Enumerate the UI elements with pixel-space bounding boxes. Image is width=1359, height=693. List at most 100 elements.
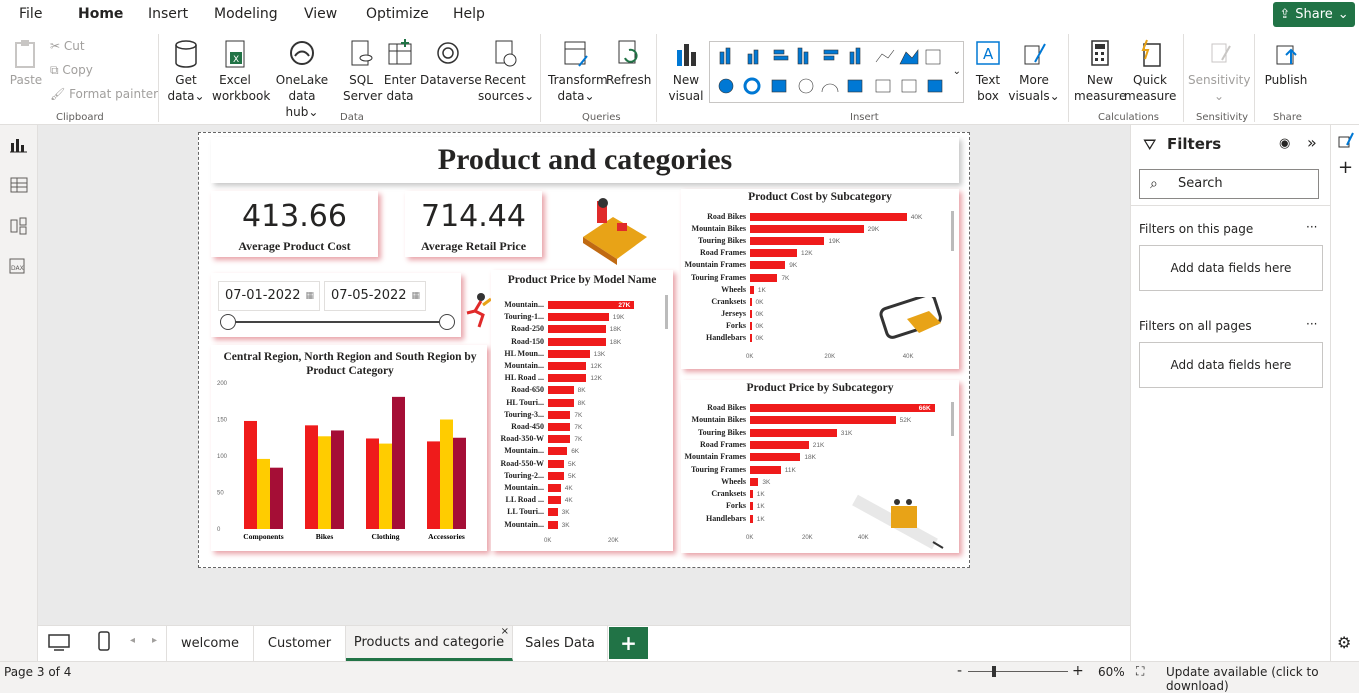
sql-server-button[interactable]: SQL Server bbox=[343, 38, 382, 104]
bar[interactable] bbox=[750, 416, 896, 425]
bar[interactable] bbox=[750, 321, 752, 330]
visualizations-icon[interactable] bbox=[1337, 131, 1355, 149]
menu-file[interactable]: File bbox=[19, 6, 42, 22]
eye-icon[interactable]: ◉ bbox=[1279, 136, 1290, 151]
menu-help[interactable]: Help bbox=[453, 6, 485, 22]
price-by-model-chart[interactable]: Product Price by Model Name Mountain... 2… bbox=[491, 270, 673, 551]
model-view-icon[interactable] bbox=[10, 217, 28, 235]
settings-gear-icon[interactable]: ⚙ bbox=[1337, 633, 1351, 652]
bar[interactable] bbox=[750, 273, 778, 282]
transform-data-button[interactable]: Transform data⌄ bbox=[548, 38, 608, 104]
zoom-slider[interactable] bbox=[968, 671, 1068, 672]
menu-view[interactable]: View bbox=[304, 6, 337, 22]
column[interactable] bbox=[366, 438, 379, 529]
dax-query-icon[interactable]: DAX bbox=[8, 257, 28, 275]
gallery-expand-icon[interactable]: ⌄ bbox=[953, 66, 961, 77]
copy-button[interactable]: ⧉ Copy bbox=[50, 63, 93, 78]
tab-sales-data[interactable]: Sales Data bbox=[513, 626, 608, 661]
tab-customer[interactable]: Customer bbox=[254, 626, 346, 661]
column[interactable] bbox=[331, 430, 344, 529]
slider-start-handle[interactable] bbox=[220, 314, 236, 330]
more-options-icon[interactable]: ··· bbox=[1306, 317, 1317, 331]
bar[interactable] bbox=[548, 349, 590, 358]
bar[interactable] bbox=[750, 297, 752, 306]
bar[interactable] bbox=[548, 325, 606, 334]
bar[interactable] bbox=[750, 285, 754, 294]
bar[interactable] bbox=[548, 362, 587, 370]
table-view-icon[interactable] bbox=[10, 177, 28, 193]
bar[interactable] bbox=[750, 249, 798, 258]
add-page-button[interactable]: + bbox=[609, 627, 648, 659]
column[interactable] bbox=[270, 467, 283, 529]
mobile-layout-icon[interactable] bbox=[98, 631, 110, 653]
column[interactable] bbox=[305, 425, 318, 529]
bar[interactable] bbox=[548, 459, 564, 468]
bar[interactable] bbox=[750, 213, 907, 221]
bar[interactable] bbox=[750, 225, 864, 234]
format-painter-button[interactable]: 🖌 Format painter bbox=[50, 87, 158, 101]
bar[interactable] bbox=[750, 261, 786, 270]
filter-search-input[interactable]: ⌕ Search bbox=[1139, 169, 1319, 199]
bar[interactable] bbox=[548, 398, 574, 407]
price-by-subcategory-chart[interactable]: Product Price by Subcategory Road Bikes 6… bbox=[681, 380, 959, 553]
slider-end-handle[interactable] bbox=[439, 314, 455, 330]
zoom-slider-thumb[interactable] bbox=[992, 666, 996, 677]
bar[interactable] bbox=[548, 435, 571, 444]
enter-data-button[interactable]: Enter data bbox=[382, 38, 418, 104]
share-button[interactable]: ⇪ Share ⌄ bbox=[1273, 2, 1355, 27]
bar[interactable] bbox=[750, 502, 753, 511]
add-all-pages-filter-dropzone[interactable]: Add data fields here bbox=[1139, 342, 1323, 388]
scrollbar[interactable] bbox=[951, 211, 954, 251]
start-date-input[interactable]: 07-01-2022 ▦ bbox=[218, 281, 320, 311]
publish-button[interactable]: Publish bbox=[1262, 38, 1310, 88]
bar[interactable] bbox=[548, 337, 606, 346]
bar[interactable] bbox=[548, 386, 574, 395]
bar[interactable] bbox=[548, 313, 609, 322]
column[interactable] bbox=[318, 436, 331, 529]
column[interactable] bbox=[440, 419, 453, 530]
calendar-icon[interactable]: ▦ bbox=[305, 282, 314, 310]
refresh-button[interactable]: Refresh bbox=[606, 38, 651, 88]
prev-page-icon[interactable]: ◂ bbox=[130, 635, 135, 646]
bar[interactable] bbox=[548, 423, 571, 431]
excel-workbook-button[interactable]: X Excel workbook bbox=[212, 38, 270, 104]
column[interactable] bbox=[257, 458, 270, 529]
column[interactable] bbox=[427, 441, 440, 529]
visual-gallery[interactable]: ⌄ bbox=[709, 41, 964, 103]
bar[interactable] bbox=[548, 496, 561, 505]
bar[interactable] bbox=[548, 471, 564, 480]
bar[interactable] bbox=[548, 410, 571, 419]
bar[interactable] bbox=[750, 404, 935, 412]
next-page-icon[interactable]: ▸ bbox=[152, 635, 157, 646]
more-visuals-button[interactable]: More visuals⌄ bbox=[1008, 38, 1060, 104]
add-page-filter-dropzone[interactable]: Add data fields here bbox=[1139, 245, 1323, 291]
onelake-button[interactable]: OneLake data hub⌄ bbox=[263, 38, 341, 120]
column[interactable] bbox=[453, 437, 466, 529]
cost-by-subcategory-chart[interactable]: Product Cost by Subcategory Road Bikes 40… bbox=[681, 189, 959, 369]
menu-modeling[interactable]: Modeling bbox=[214, 6, 278, 22]
bar[interactable] bbox=[548, 484, 561, 492]
calendar-icon[interactable]: ▦ bbox=[411, 282, 420, 310]
regions-by-category-chart[interactable]: Central Region, North Region and South R… bbox=[211, 345, 487, 551]
bar[interactable] bbox=[750, 477, 759, 486]
bar[interactable] bbox=[750, 465, 781, 474]
kpi-average-product-cost[interactable]: 413.66 Average Product Cost bbox=[211, 191, 378, 257]
quick-measure-button[interactable]: Quick measure bbox=[1124, 38, 1176, 104]
bar[interactable] bbox=[750, 514, 753, 523]
bar[interactable] bbox=[548, 520, 558, 529]
date-range-slicer[interactable]: 07-01-2022 ▦ 07-05-2022 ▦ bbox=[211, 273, 461, 337]
column[interactable] bbox=[392, 396, 405, 529]
menu-insert[interactable]: Insert bbox=[148, 6, 188, 22]
zoom-out-icon[interactable]: - bbox=[957, 663, 962, 679]
cut-button[interactable]: ✂ Cut bbox=[50, 39, 85, 53]
bar[interactable] bbox=[548, 447, 568, 456]
more-options-icon[interactable]: ··· bbox=[1306, 220, 1317, 234]
text-box-button[interactable]: A Text box bbox=[968, 38, 1008, 104]
new-visual-button[interactable]: New visual bbox=[664, 38, 708, 104]
bar[interactable] bbox=[750, 237, 825, 246]
zoom-in-icon[interactable]: + bbox=[1072, 663, 1084, 679]
tab-products-and-categories[interactable]: Products and categorie × bbox=[346, 626, 513, 661]
update-available-link[interactable]: Update available (click to download) bbox=[1166, 665, 1359, 693]
bar[interactable] bbox=[750, 428, 837, 437]
sensitivity-button[interactable]: Sensitivity ⌄ bbox=[1188, 38, 1250, 104]
